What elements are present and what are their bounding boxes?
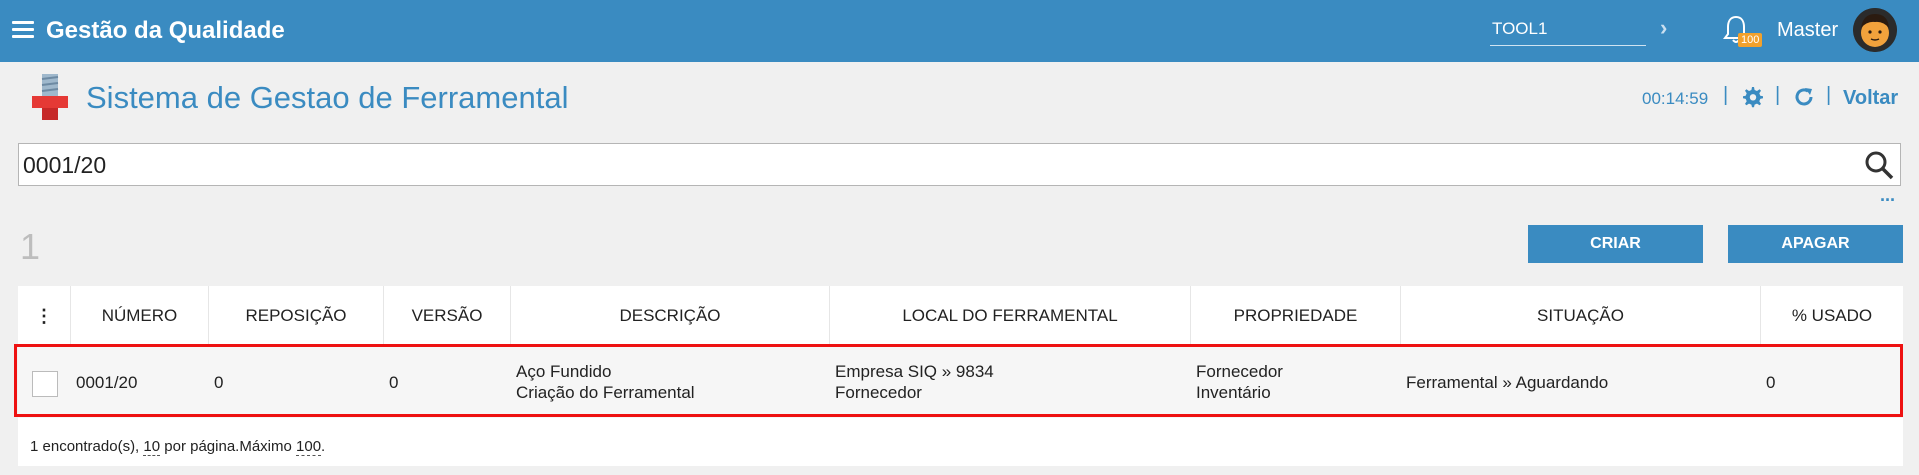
tool-input[interactable] <box>1490 12 1646 46</box>
create-button[interactable]: CRIAR <box>1528 225 1703 263</box>
delete-button[interactable]: APAGAR <box>1728 225 1903 263</box>
end-text: . <box>321 438 326 455</box>
column-header-situacao[interactable]: SITUAÇÃO <box>1401 286 1761 346</box>
found-text: 1 encontrado(s), <box>30 438 140 455</box>
per-page-text: por página.Máximo <box>164 438 292 455</box>
app-title: Gestão da Qualidade <box>46 17 285 44</box>
top-bar: Gestão da Qualidade › 100 Master <box>0 0 1919 62</box>
divider: | <box>1826 84 1832 106</box>
cell-local: Empresa SIQ » 9834 Fornecedor <box>835 362 994 402</box>
session-timer: 00:14:59 <box>1642 89 1709 108</box>
column-header-descricao[interactable]: DESCRIÇÃO <box>511 286 830 346</box>
cell-versao: 0 <box>389 372 399 392</box>
user-name[interactable]: Master <box>1777 19 1838 42</box>
divider: | <box>1723 84 1729 106</box>
results-table: ⋮ NÚMERO REPOSIÇÃO VERSÃO DESCRIÇÃO LOCA… <box>18 286 1903 466</box>
cell-reposicao: 0 <box>214 372 224 392</box>
gear-icon[interactable] <box>1740 85 1764 109</box>
column-header-versao[interactable]: VERSÃO <box>384 286 511 346</box>
more-options-icon[interactable]: ··· <box>1880 190 1896 211</box>
tool-logo-icon <box>32 74 68 120</box>
search-box <box>18 143 1901 186</box>
chevron-right-icon[interactable]: › <box>1660 15 1667 41</box>
column-header-propriedade[interactable]: PROPRIEDADE <box>1191 286 1401 346</box>
table-row[interactable]: 0001/20 0 0 Aço Fundido Criação do Ferra… <box>18 346 1903 418</box>
column-header-reposicao[interactable]: REPOSIÇÃO <box>209 286 384 346</box>
column-menu-icon[interactable]: ⋮ <box>18 286 71 346</box>
cell-descricao: Aço Fundido Criação do Ferramental <box>516 362 695 402</box>
column-header-local[interactable]: LOCAL DO FERRAMENTAL <box>830 286 1191 346</box>
table-header: ⋮ NÚMERO REPOSIÇÃO VERSÃO DESCRIÇÃO LOCA… <box>18 286 1903 346</box>
divider: | <box>1775 84 1781 106</box>
result-count: 1 <box>20 226 41 267</box>
row-checkbox[interactable] <box>32 371 58 397</box>
cell-usado: 0 <box>1766 372 1776 392</box>
cell-propriedade: Fornecedor Inventário <box>1196 362 1283 402</box>
pagination-info: 1 encontrado(s), 10 por página.Máximo 10… <box>30 438 326 456</box>
back-link[interactable]: Voltar <box>1843 87 1898 110</box>
menu-icon[interactable] <box>12 21 34 39</box>
cell-numero: 0001/20 <box>76 372 138 392</box>
column-header-numero[interactable]: NÚMERO <box>71 286 209 346</box>
cell-situacao: Ferramental » Aguardando <box>1406 372 1609 392</box>
refresh-icon[interactable] <box>1792 85 1816 109</box>
page-title: Sistema de Gestao de Ferramental <box>86 80 569 115</box>
avatar[interactable] <box>1853 8 1897 52</box>
search-icon[interactable] <box>1864 150 1894 180</box>
notification-badge: 100 <box>1738 33 1763 47</box>
per-page-selector[interactable]: 10 <box>143 438 161 456</box>
search-input[interactable] <box>23 148 1843 182</box>
column-header-usado[interactable]: % USADO <box>1761 286 1903 346</box>
max-selector[interactable]: 100 <box>296 438 322 456</box>
